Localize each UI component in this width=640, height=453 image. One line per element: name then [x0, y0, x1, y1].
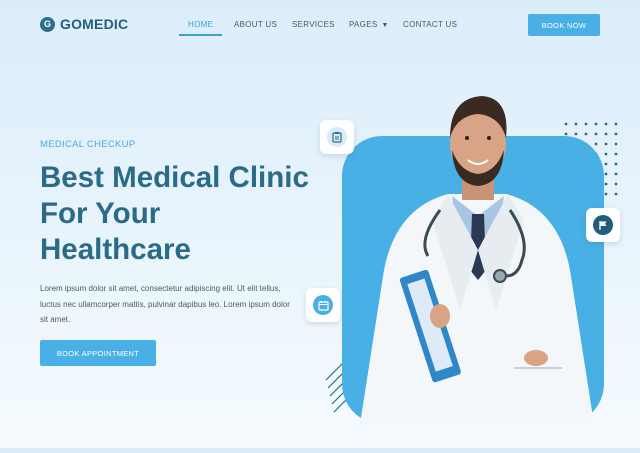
nav-services[interactable]: SERVICES: [292, 20, 335, 29]
calendar-card[interactable]: [306, 288, 340, 322]
logo-text: GOMEDIC: [60, 16, 129, 32]
chevron-down-icon: ▼: [381, 22, 389, 29]
flag-card[interactable]: [586, 208, 620, 242]
calendar-icon: [313, 295, 333, 315]
hero-visual: [300, 80, 640, 448]
navbar: G GOMEDIC HOME ABOUT US SERVICES PAGES ▼ …: [0, 0, 640, 50]
nav-about-us[interactable]: ABOUT US: [234, 20, 277, 29]
hero-eyebrow: MEDICAL CHECKUP: [40, 139, 136, 150]
book-appointment-button[interactable]: BOOK APPOINTMENT: [40, 340, 156, 366]
nav-pages-label: PAGES: [349, 20, 378, 29]
active-indicator: [179, 34, 222, 36]
nav-home[interactable]: HOME: [188, 20, 213, 29]
nav-pages[interactable]: PAGES ▼: [349, 20, 389, 29]
flag-icon: [593, 215, 613, 235]
hero-description: Lorem ipsum dolor sit amet, consectetur …: [40, 284, 290, 324]
logo[interactable]: G GOMEDIC: [40, 16, 128, 32]
hero-title: Best Medical Clinic For Your Healthcare: [40, 161, 309, 266]
clipboard-icon: [327, 127, 347, 147]
logo-mark: G: [40, 16, 55, 32]
nav-contact-us[interactable]: CONTACT US: [403, 20, 457, 29]
book-now-button[interactable]: BOOK NOW: [528, 14, 600, 36]
clipboard-card[interactable]: [320, 120, 354, 154]
